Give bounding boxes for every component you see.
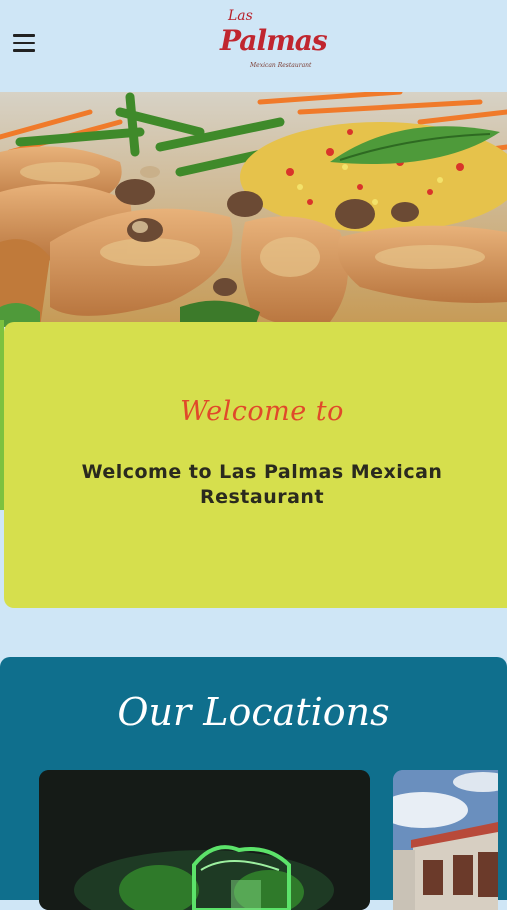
restaurant-neon-sign-photo xyxy=(39,770,370,910)
welcome-title: Welcome to Las Palmas Mexican Restaurant xyxy=(81,461,443,508)
hamburger-menu-icon[interactable] xyxy=(13,34,35,52)
hero-food-image xyxy=(0,92,507,327)
logo-line2: Palmas xyxy=(220,24,328,57)
las-palmas-logo[interactable]: Las Palmas Mexican Restaurant xyxy=(212,6,328,78)
logo-tagline: Mexican Restaurant xyxy=(250,62,312,69)
location-card-1[interactable] xyxy=(39,770,370,910)
welcome-script-heading: Welcome to xyxy=(180,396,344,427)
locations-heading: Our Locations xyxy=(117,690,390,734)
restaurant-building-photo xyxy=(393,770,498,910)
app-header: Las Palmas Mexican Restaurant xyxy=(0,0,507,92)
location-card-2[interactable] xyxy=(393,770,498,910)
logo-line1: Las xyxy=(228,8,253,24)
